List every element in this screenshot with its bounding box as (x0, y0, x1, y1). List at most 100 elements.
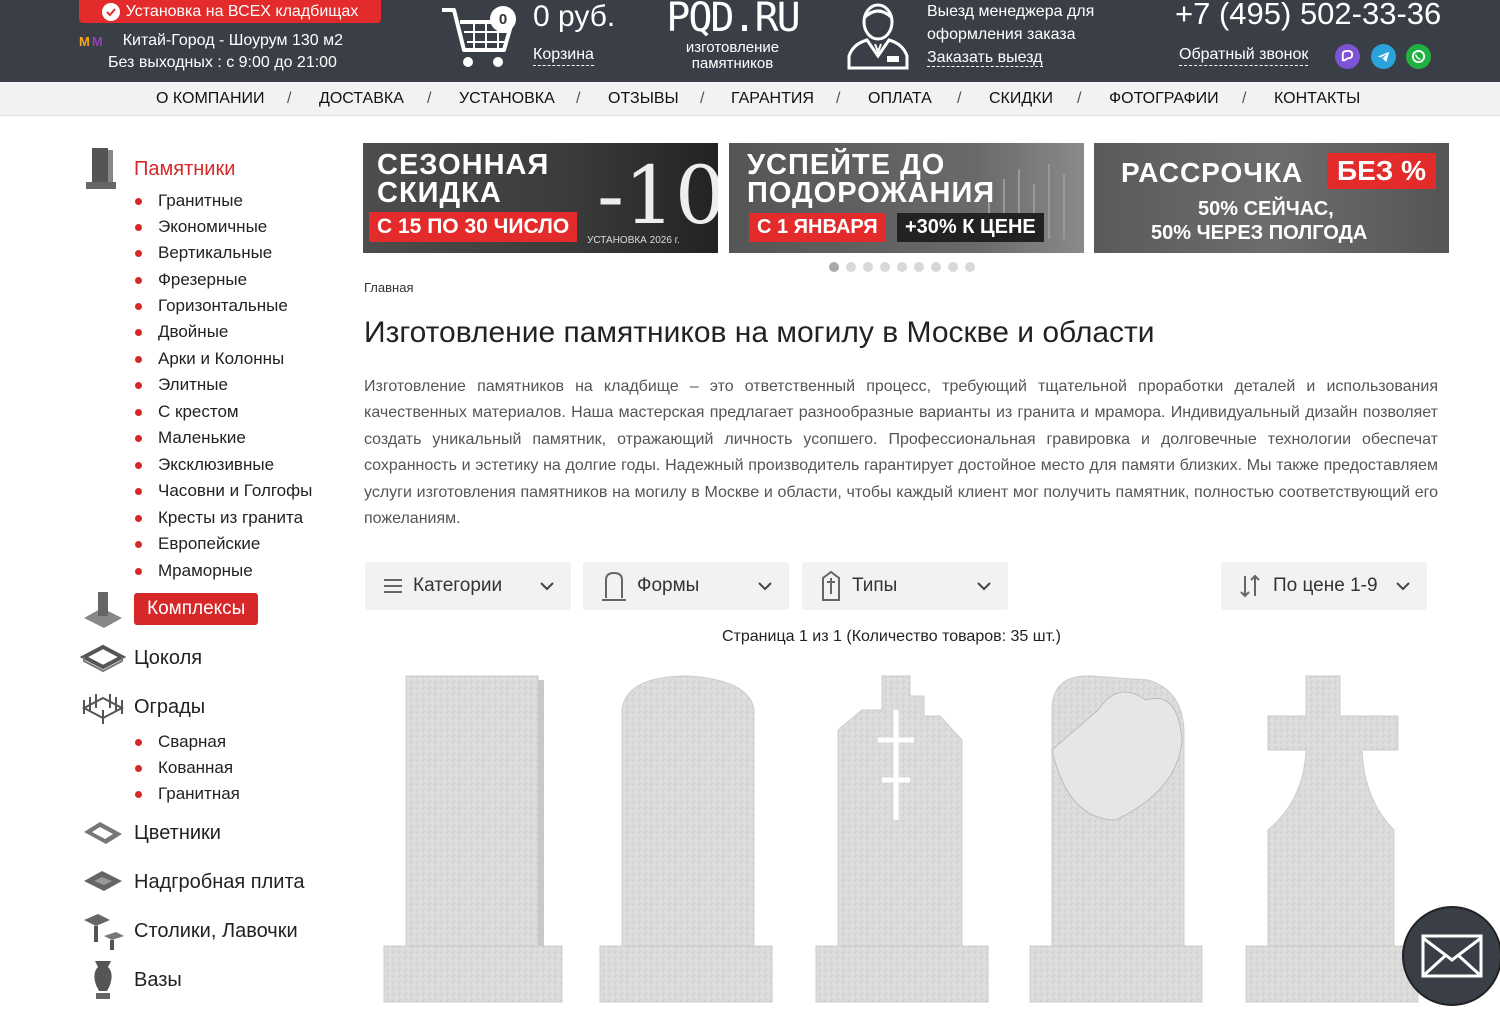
monument-cross-image (815, 675, 989, 1003)
metro-icon: MM (79, 33, 103, 49)
slider-dots (829, 262, 975, 272)
product-card[interactable] (1028, 670, 1218, 1010)
category-vases[interactable]: Вазы (80, 957, 182, 1003)
sort-select[interactable]: По цене 1-9 (1221, 562, 1427, 610)
subcategory-item[interactable]: Двойные (135, 322, 228, 342)
banner-price-increase[interactable]: УСПЕЙТЕ ДО ПОДОРОЖАНИЯ С 1 ЯНВАРЯ +30% К … (729, 143, 1084, 253)
sort-label: По цене 1-9 (1273, 575, 1378, 596)
category-flowerbeds[interactable]: Цветники (80, 810, 221, 856)
telegram-icon[interactable] (1371, 44, 1396, 69)
check-icon (101, 2, 120, 21)
viber-icon[interactable] (1335, 44, 1360, 69)
vase-icon (94, 961, 112, 999)
logo-subtitle-2: памятников (691, 55, 774, 72)
cross-headstone-icon (822, 570, 840, 601)
subcategory-item[interactable]: Гранитная (135, 784, 240, 804)
nav-reviews[interactable]: ОТЗЫВЫ (608, 90, 679, 108)
banner-date-label: С 1 ЯНВАРЯ (749, 213, 886, 242)
subcategory-item[interactable]: Мраморные (135, 561, 253, 581)
subcategory-item[interactable]: Эксклюзивные (135, 455, 274, 475)
product-card[interactable] (812, 670, 1002, 1010)
filter-categories[interactable]: Категории (365, 562, 571, 610)
monument-rectangular-image (383, 675, 563, 1003)
slider-dot[interactable] (914, 262, 924, 272)
category-tables[interactable]: Столики, Лавочки (80, 908, 298, 954)
filter-label: Типы (852, 575, 898, 596)
subcategory-item[interactable]: Вертикальные (135, 243, 272, 263)
subcategory-item[interactable]: Фрезерные (135, 270, 247, 290)
cart-count-badge: 0 (490, 6, 516, 32)
whatsapp-icon[interactable] (1406, 44, 1431, 69)
banner-title: УСПЕЙТЕ ДО ПОДОРОЖАНИЯ (747, 149, 996, 209)
slider-dot[interactable] (846, 262, 856, 272)
category-label: Столики, Лавочки (134, 919, 298, 942)
subcategory-item[interactable]: Арки и Колонны (135, 349, 284, 369)
category-gravestone[interactable]: Надгробная плита (80, 859, 305, 905)
nav-about[interactable]: О КОМПАНИИ (156, 90, 265, 108)
subcategory-item[interactable]: Экономичные (135, 217, 267, 237)
category-monuments[interactable]: Памятники (80, 146, 235, 192)
subcategory-item[interactable]: Элитные (135, 375, 228, 395)
chevron-down-icon (977, 582, 991, 591)
nav-separator: / (957, 90, 962, 107)
table-bench-icon (84, 914, 124, 950)
nav-warranty[interactable]: ГАРАНТИЯ (731, 90, 814, 108)
nav-separator: / (427, 90, 432, 107)
slider-dot[interactable] (948, 262, 958, 272)
nav-installation[interactable]: УСТАНОВКА (459, 90, 555, 108)
nav-discounts[interactable]: СКИДКИ (989, 90, 1053, 108)
subcategory-item[interactable]: Кресты из гранита (135, 508, 303, 528)
subcategory-item[interactable]: Гранитные (135, 191, 243, 211)
subcategory-item[interactable]: Европейские (135, 534, 260, 554)
subcategory-item[interactable]: С крестом (135, 402, 239, 422)
nav-delivery[interactable]: ДОСТАВКА (319, 90, 404, 108)
slider-dot[interactable] (897, 262, 907, 272)
filter-forms[interactable]: Формы (583, 562, 789, 610)
product-card[interactable] (596, 670, 786, 1010)
pagination-info: Страница 1 из 1 (Количество товаров: 35 … (722, 628, 1061, 645)
phone-number[interactable]: +7 (495) 502-33-36 (1175, 0, 1441, 32)
subcategory-item[interactable]: Кованная (135, 758, 233, 778)
product-card[interactable] (380, 670, 570, 1010)
slider-dot[interactable] (880, 262, 890, 272)
subcategory-item[interactable]: Горизонтальные (135, 296, 288, 316)
category-label: Надгробная плита (134, 870, 305, 893)
banner-seasonal-discount[interactable]: СЕЗОННАЯСКИДКА С 15 ПО 30 ЧИСЛО -10% УСТ… (363, 143, 718, 253)
filter-types[interactable]: Типы (802, 562, 1008, 610)
order-visit-link[interactable]: Заказать выезд (927, 49, 1043, 67)
monument-arched-image (599, 675, 773, 1003)
site-logo[interactable]: PQD.RU изготовление памятников (660, 0, 805, 72)
category-complexes[interactable]: Комплексы (80, 586, 259, 632)
nav-contacts[interactable]: КОНТАКТЫ (1274, 90, 1360, 108)
plinth-icon (80, 644, 126, 673)
manager-line-1: Выезд менеджера для (927, 3, 1095, 20)
subcategory-item[interactable]: Сварная (135, 732, 226, 752)
flowerbed-icon (84, 822, 122, 844)
nav-separator: / (1077, 90, 1082, 107)
category-plinths[interactable]: Цоколя (80, 635, 202, 681)
callback-link[interactable]: Обратный звонок (1179, 45, 1309, 66)
main-navigation: О КОМПАНИИ / ДОСТАВКА / УСТАНОВКА / ОТЗЫ… (0, 82, 1500, 116)
slider-dot[interactable] (829, 262, 839, 272)
breadcrumb[interactable]: Главная (364, 280, 413, 295)
chevron-down-icon (1396, 582, 1410, 591)
slider-dot[interactable] (863, 262, 873, 272)
manager-icon (847, 3, 909, 70)
feedback-mail-button[interactable] (1402, 906, 1500, 1006)
cart-sum: 0 руб. (533, 0, 616, 33)
nav-separator: / (700, 90, 705, 107)
nav-payment[interactable]: ОПЛАТА (868, 90, 932, 108)
category-fences[interactable]: Ограды (80, 684, 205, 730)
subcategory-item[interactable]: Маленькие (135, 428, 246, 448)
banner-installment[interactable]: РАССРОЧКА БЕЗ % 50% СЕЙЧАС, 50% ЧЕРЕЗ ПО… (1094, 143, 1449, 253)
cart-link[interactable]: Корзина (533, 45, 594, 66)
headstone-shape-icon (602, 571, 626, 601)
filter-label: Формы (637, 575, 700, 596)
slider-dot[interactable] (931, 262, 941, 272)
manager-line-2: оформления заказа (927, 26, 1076, 43)
category-label: Комплексы (134, 593, 259, 625)
nav-photos[interactable]: ФОТОГРАФИИ (1109, 90, 1219, 108)
slider-dot[interactable] (965, 262, 975, 272)
promo-badge[interactable]: Установка на ВСЕХ кладбищах (79, 0, 381, 23)
subcategory-item[interactable]: Часовни и Голгофы (135, 481, 312, 501)
